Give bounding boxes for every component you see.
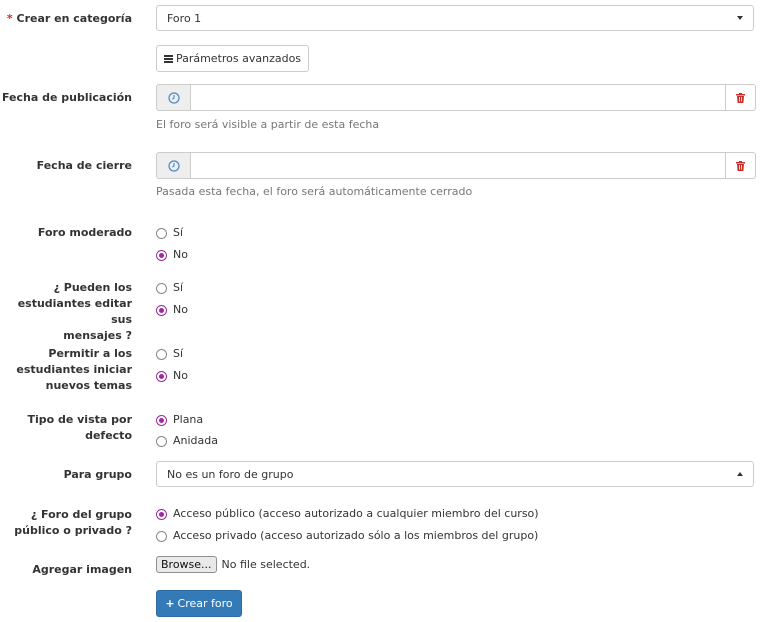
default-view-option-flat-label: Plana <box>173 413 204 426</box>
group-visibility-option-private-label: Acceso privado (acceso autorizado sólo a… <box>173 529 539 542</box>
publication-date-group <box>156 84 756 111</box>
students-new-topics-option-yes-label: Sí <box>173 347 184 360</box>
trash-icon <box>736 160 745 171</box>
category-select[interactable]: Foro 1 <box>156 5 754 31</box>
default-view-label: Tipo de vista por defecto <box>0 412 132 444</box>
default-view-option-flat[interactable]: Plana <box>156 413 203 427</box>
radio-checked-icon <box>156 414 167 426</box>
group-visibility-label-line: público o privado ? <box>14 524 132 537</box>
bars-icon <box>163 54 173 64</box>
default-view-option-nested[interactable]: Anidada <box>156 434 218 448</box>
group-visibility-option-private[interactable]: Acceso privado (acceso autorizado sólo a… <box>156 529 538 543</box>
create-forum-label: Crear foro <box>177 597 233 610</box>
advanced-parameters-button[interactable]: Parámetros avanzados <box>156 45 309 72</box>
radio-unchecked-icon <box>156 227 167 239</box>
radio-unchecked-icon <box>156 435 167 447</box>
moderated-option-yes[interactable]: Sí <box>156 226 183 240</box>
publication-date-picker[interactable] <box>156 84 190 111</box>
publication-date-input[interactable] <box>190 84 726 111</box>
publication-date-label: Fecha de publicación <box>1 91 132 104</box>
category-label-text: Crear en categoría <box>16 12 132 25</box>
radio-checked-icon <box>156 370 167 382</box>
group-label: Para grupo <box>63 468 132 481</box>
group-select-value: No es un foro de grupo <box>167 467 294 481</box>
browse-button[interactable]: Browse... <box>156 556 217 573</box>
default-view-option-nested-label: Anidada <box>173 434 218 447</box>
publication-date-clear-button[interactable] <box>726 84 756 111</box>
closing-date-help: Pasada esta fecha, el foro será automáti… <box>156 185 473 198</box>
closing-date-label: Fecha de cierre <box>36 159 132 172</box>
radio-checked-icon <box>156 304 167 316</box>
students-new-topics-label-line: estudiantes iniciar <box>16 363 132 376</box>
closing-date-input[interactable] <box>190 152 726 179</box>
students-new-topics-label-line: nuevos temas <box>45 379 132 392</box>
add-image-file-input: Browse... No file selected. <box>156 556 310 573</box>
moderated-option-yes-label: Sí <box>173 226 184 239</box>
moderated-option-no[interactable]: No <box>156 248 188 262</box>
closing-date-picker[interactable] <box>156 152 190 179</box>
create-forum-button[interactable]: + Crear foro <box>156 590 242 617</box>
moderated-label: Foro moderado <box>37 226 132 239</box>
students-edit-option-yes[interactable]: Sí <box>156 281 183 295</box>
group-select[interactable]: No es un foro de grupo <box>156 461 754 487</box>
trash-icon <box>736 92 745 103</box>
default-view-label-line: Tipo de vista por <box>27 413 132 426</box>
students-edit-label-line: ¿ Pueden los <box>53 281 132 294</box>
students-edit-label-line: mensajes ? <box>63 329 132 342</box>
students-edit-option-no-label: No <box>173 303 188 316</box>
add-image-label: Agregar imagen <box>32 563 132 576</box>
students-edit-label-line: estudiantes editar sus <box>17 297 132 326</box>
group-visibility-label: ¿ Foro del grupo público o privado ? <box>0 507 132 539</box>
students-new-topics-option-no-label: No <box>173 369 188 382</box>
required-mark: * <box>6 12 13 25</box>
students-new-topics-option-no[interactable]: No <box>156 369 188 383</box>
file-status: No file selected. <box>221 558 311 571</box>
students-new-topics-label: Permitir a los estudiantes iniciar nuevo… <box>0 346 132 394</box>
closing-date-group <box>156 152 756 179</box>
group-visibility-option-public-label: Acceso público (acceso autorizado a cual… <box>173 507 539 520</box>
students-edit-option-yes-label: Sí <box>173 281 184 294</box>
group-visibility-option-public[interactable]: Acceso público (acceso autorizado a cual… <box>156 507 539 521</box>
students-edit-option-no[interactable]: No <box>156 303 188 317</box>
publication-date-help: El foro será visible a partir de esta fe… <box>156 118 380 131</box>
category-select-value: Foro 1 <box>167 11 202 25</box>
radio-checked-icon <box>156 508 167 520</box>
students-edit-label: ¿ Pueden los estudiantes editar sus mens… <box>0 280 132 344</box>
radio-unchecked-icon <box>156 530 167 542</box>
caret-up-icon <box>737 472 743 476</box>
students-new-topics-label-line: Permitir a los <box>48 347 132 360</box>
radio-unchecked-icon <box>156 282 167 294</box>
students-new-topics-option-yes[interactable]: Sí <box>156 347 183 361</box>
group-visibility-label-line: ¿ Foro del grupo <box>30 508 132 521</box>
default-view-label-line: defecto <box>85 429 132 442</box>
radio-unchecked-icon <box>156 348 167 360</box>
clock-icon <box>167 159 180 172</box>
plus-icon: + <box>165 597 175 610</box>
clock-icon <box>167 91 180 104</box>
caret-down-icon <box>737 16 743 20</box>
category-label: * Crear en categoría <box>0 11 132 27</box>
moderated-option-no-label: No <box>173 248 188 261</box>
closing-date-clear-button[interactable] <box>726 152 756 179</box>
advanced-parameters-label: Parámetros avanzados <box>175 52 302 65</box>
radio-checked-icon <box>156 249 167 261</box>
